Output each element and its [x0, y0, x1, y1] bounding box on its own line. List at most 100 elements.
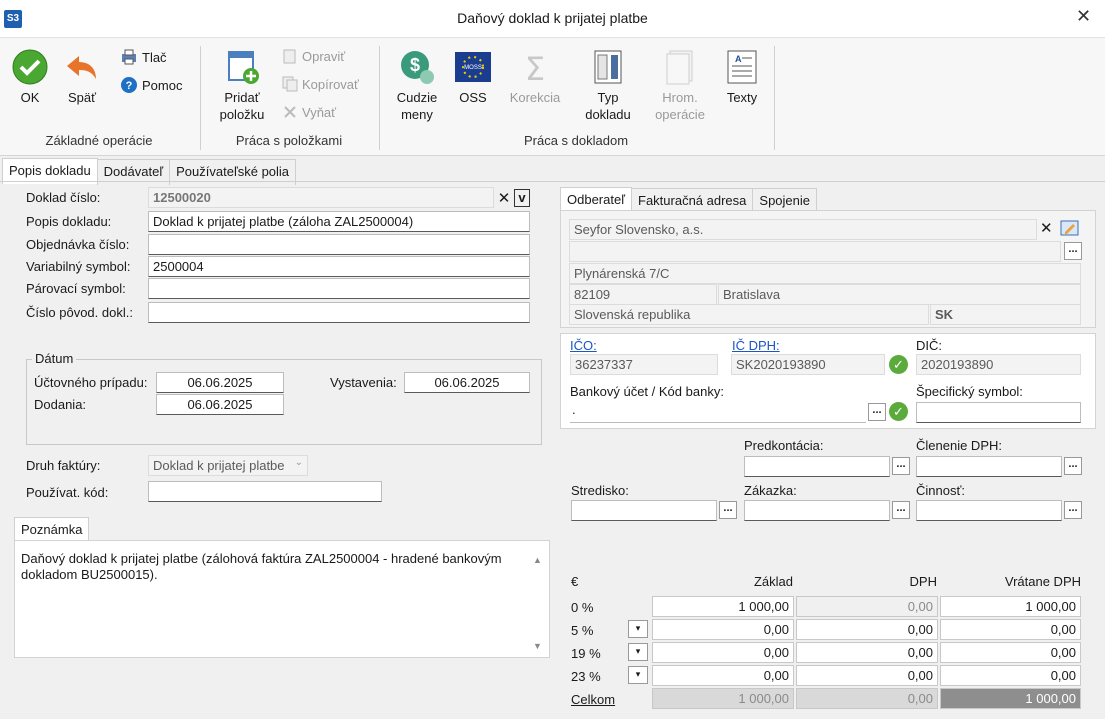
texts-button[interactable]: A Texty: [720, 48, 764, 106]
partner-city-field[interactable]: Bratislava: [718, 284, 1081, 305]
pouzivat-field[interactable]: [148, 481, 382, 502]
rate-23-label: 23 %: [571, 669, 601, 684]
rate-23-base[interactable]: 0,00: [652, 665, 794, 686]
rate-19-total[interactable]: 0,00: [940, 642, 1081, 663]
rate-5-total[interactable]: 0,00: [940, 619, 1081, 640]
cinnost-field[interactable]: [916, 500, 1062, 521]
rate-5-base[interactable]: 0,00: [652, 619, 794, 640]
more-icon[interactable]: ...: [892, 501, 910, 519]
more-icon[interactable]: ...: [1064, 501, 1082, 519]
rate-23-total[interactable]: 0,00: [940, 665, 1081, 686]
svg-text:$: $: [410, 55, 420, 75]
add-document-icon: [228, 51, 259, 84]
uctovny-date-field[interactable]: 06.06.2025: [156, 372, 284, 393]
ico-field[interactable]: 36237337: [570, 354, 718, 375]
dic-label: DIČ:: [916, 338, 942, 353]
partner-zip-field[interactable]: 82109: [569, 284, 717, 305]
partner-country-code-field[interactable]: SK: [930, 304, 1081, 325]
svg-text:?: ?: [126, 80, 133, 92]
foreign-currency-button[interactable]: $ Cudzie meny: [388, 48, 446, 123]
dropdown-icon[interactable]: ▾: [628, 620, 648, 638]
povod-label: Číslo pôvod. dokl.:: [26, 305, 133, 320]
document-type-button[interactable]: Typ dokladu: [580, 48, 636, 123]
rate-5-label: 5 %: [571, 623, 594, 638]
currency-header: €: [571, 574, 579, 589]
document-type-icon: [594, 50, 622, 84]
rate-19-base[interactable]: 0,00: [652, 642, 794, 663]
note-text[interactable]: Daňový doklad k prijatej platbe (zálohov…: [21, 551, 521, 583]
vat-header: DPH: [909, 574, 937, 589]
rate-23-vat[interactable]: 0,00: [796, 665, 938, 686]
dropdown-icon[interactable]: ▾: [628, 666, 648, 684]
more-icon[interactable]: ...: [1064, 457, 1082, 475]
stredisko-field[interactable]: [571, 500, 717, 521]
cinnost-label: Činnosť:: [916, 483, 965, 498]
clear-icon[interactable]: ✕: [496, 189, 512, 207]
total-label: Celkom: [571, 692, 616, 707]
popis-field[interactable]: Doklad k prijatej platbe (záloha ZAL2500…: [148, 211, 530, 232]
vystavenia-label: Vystavenia:: [330, 375, 397, 390]
druh-value: Doklad k prijatej platbe: [153, 458, 285, 473]
chevron-down-icon[interactable]: v: [514, 189, 530, 207]
rate-0-base[interactable]: 1 000,00: [652, 596, 794, 617]
objednavka-field[interactable]: [148, 234, 530, 255]
more-icon[interactable]: ...: [892, 457, 910, 475]
icdph-link[interactable]: IČ DPH:: [732, 338, 780, 353]
rate-19-label: 19 %: [571, 646, 601, 661]
more-icon[interactable]: ...: [868, 403, 886, 421]
povod-field[interactable]: [148, 302, 530, 323]
verified-check-icon[interactable]: ✓: [889, 402, 908, 421]
dodania-label: Dodania:: [34, 397, 87, 412]
print-button[interactable]: Tlač: [120, 48, 167, 66]
help-button[interactable]: ? Pomoc: [120, 76, 182, 94]
scroll-down-icon[interactable]: ▼: [533, 641, 542, 651]
oss-button[interactable]: MOSS OSS: [452, 48, 494, 106]
stredisko-label: Stredisko:: [571, 483, 629, 498]
druh-label: Druh faktúry:: [26, 458, 101, 473]
copy-icon: [282, 76, 298, 92]
rate-0-total[interactable]: 1 000,00: [940, 596, 1081, 617]
druh-select[interactable]: Doklad k prijatej platbe ⌄: [148, 455, 308, 476]
sigma-icon: Σ: [525, 50, 545, 86]
scroll-up-icon[interactable]: ▲: [533, 555, 542, 565]
add-item-button[interactable]: Pridať položku: [212, 48, 272, 123]
dodania-date-field[interactable]: 06.06.2025: [156, 394, 284, 415]
dropdown-icon[interactable]: ▾: [628, 643, 648, 661]
specific-field[interactable]: [916, 402, 1081, 423]
doklad-cislo-field[interactable]: 12500020: [148, 187, 494, 208]
partner-street-field[interactable]: Plynárenská 7/C: [569, 263, 1081, 284]
variabilny-field[interactable]: 2500004: [148, 256, 530, 277]
ok-button[interactable]: OK: [8, 48, 52, 106]
correction-button[interactable]: Σ Korekcia: [504, 48, 566, 106]
icdph-field[interactable]: SK2020193890: [731, 354, 885, 375]
more-icon[interactable]: ...: [719, 501, 737, 519]
cut-button[interactable]: Vyňať: [282, 104, 336, 120]
back-button[interactable]: Späť: [60, 48, 104, 106]
total-header: Vrátane DPH: [1004, 574, 1081, 589]
copy-button[interactable]: Kopírovať: [282, 76, 359, 92]
address-card-edit-icon[interactable]: [1060, 218, 1080, 238]
predkontacia-field[interactable]: [744, 456, 890, 477]
rate-5-vat[interactable]: 0,00: [796, 619, 938, 640]
partner-country-field[interactable]: Slovenská republika: [569, 304, 929, 325]
clenenie-field[interactable]: [916, 456, 1062, 477]
bank-account-field[interactable]: .: [570, 402, 866, 423]
vystavenia-date-field[interactable]: 06.06.2025: [404, 372, 530, 393]
close-icon[interactable]: ✕: [1076, 6, 1091, 27]
rate-19-vat[interactable]: 0,00: [796, 642, 938, 663]
datum-group-label: Dátum: [32, 351, 77, 366]
parovaci-field[interactable]: [148, 278, 530, 299]
objednavka-label: Objednávka číslo:: [26, 237, 130, 252]
partner-name-field[interactable]: Seyfor Slovensko, a.s.: [569, 219, 1037, 240]
bulk-operations-button[interactable]: Hrom. operácie: [650, 48, 710, 123]
ico-link[interactable]: IČO:: [570, 338, 597, 353]
verified-check-icon[interactable]: ✓: [889, 355, 908, 374]
partner-line2-field[interactable]: [569, 241, 1061, 262]
clear-icon[interactable]: ✕: [1040, 219, 1053, 237]
edit-button[interactable]: Opraviť: [282, 48, 345, 64]
group-label-items: Práca s položkami: [235, 133, 343, 148]
dic-field[interactable]: 2020193890: [916, 354, 1081, 375]
scissors-icon: [284, 106, 296, 118]
zakazka-field[interactable]: [744, 500, 890, 521]
more-icon[interactable]: ...: [1064, 242, 1082, 260]
